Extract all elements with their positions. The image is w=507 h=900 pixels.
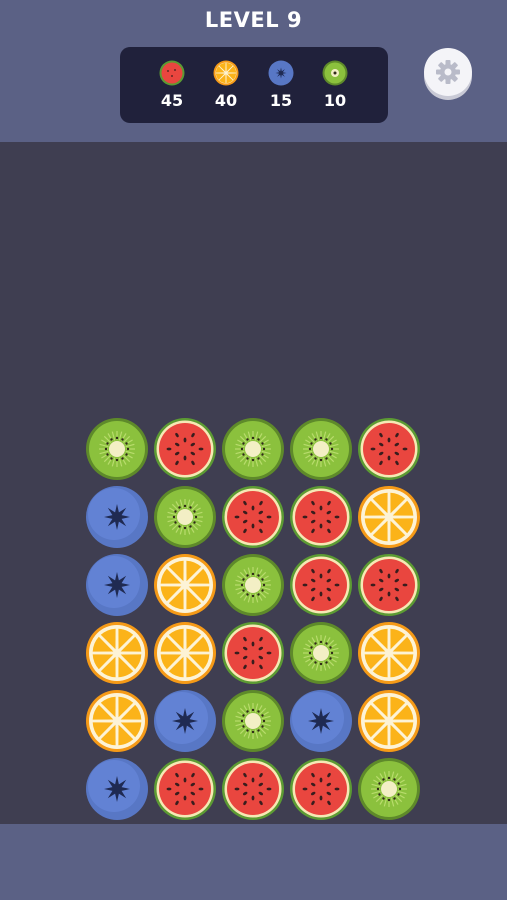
goal-count: 40 (214, 91, 238, 110)
goal-count: 10 (323, 91, 347, 110)
watermelon-tile[interactable] (220, 756, 286, 822)
watermelon-icon (159, 60, 185, 86)
blueberry-icon (86, 554, 148, 616)
top-bar: LEVEL 9 45 40 15 10 (0, 0, 507, 142)
watermelon-tile[interactable] (220, 484, 286, 550)
orange-tile[interactable] (152, 552, 218, 618)
blueberry-icon (154, 690, 216, 752)
kiwi-icon (358, 758, 420, 820)
watermelon-icon (154, 758, 216, 820)
kiwi-icon (222, 690, 284, 752)
kiwi-icon (322, 60, 348, 86)
orange-tile[interactable] (84, 688, 150, 754)
orange-icon (86, 622, 148, 684)
bottom-bar (0, 824, 507, 900)
orange-tile[interactable] (356, 688, 422, 754)
goal-watermelon: 45 (147, 47, 197, 123)
watermelon-tile[interactable] (288, 484, 354, 550)
kiwi-icon (86, 418, 148, 480)
watermelon-icon (358, 418, 420, 480)
watermelon-tile[interactable] (220, 620, 286, 686)
watermelon-icon (358, 554, 420, 616)
blueberry-icon (268, 60, 294, 86)
watermelon-tile[interactable] (152, 756, 218, 822)
kiwi-tile[interactable] (84, 416, 150, 482)
watermelon-icon (154, 418, 216, 480)
orange-icon (154, 622, 216, 684)
orange-icon (358, 486, 420, 548)
goals-panel: 45 40 15 10 (120, 47, 388, 123)
watermelon-icon (290, 554, 352, 616)
kiwi-tile[interactable] (288, 416, 354, 482)
kiwi-tile[interactable] (220, 688, 286, 754)
orange-icon (154, 554, 216, 616)
orange-tile[interactable] (84, 620, 150, 686)
watermelon-icon (222, 758, 284, 820)
orange-icon (86, 690, 148, 752)
goal-kiwi: 10 (310, 47, 360, 123)
watermelon-tile[interactable] (152, 416, 218, 482)
kiwi-icon (290, 622, 352, 684)
kiwi-icon (154, 486, 216, 548)
watermelon-icon (290, 486, 352, 548)
orange-tile[interactable] (356, 484, 422, 550)
blueberry-icon (290, 690, 352, 752)
blueberry-tile[interactable] (84, 552, 150, 618)
watermelon-tile[interactable] (356, 552, 422, 618)
kiwi-icon (290, 418, 352, 480)
blueberry-tile[interactable] (288, 688, 354, 754)
kiwi-tile[interactable] (220, 552, 286, 618)
gear-icon (436, 60, 460, 84)
orange-icon (358, 690, 420, 752)
kiwi-tile[interactable] (152, 484, 218, 550)
watermelon-tile[interactable] (288, 756, 354, 822)
watermelon-tile[interactable] (356, 416, 422, 482)
orange-icon (213, 60, 239, 86)
kiwi-tile[interactable] (220, 416, 286, 482)
goal-orange: 40 (201, 47, 251, 123)
kiwi-tile[interactable] (356, 756, 422, 822)
goal-count: 45 (160, 91, 184, 110)
orange-tile[interactable] (356, 620, 422, 686)
kiwi-icon (222, 418, 284, 480)
goal-blueberry: 15 (256, 47, 306, 123)
orange-tile[interactable] (152, 620, 218, 686)
watermelon-icon (290, 758, 352, 820)
orange-icon (358, 622, 420, 684)
watermelon-icon (222, 622, 284, 684)
level-title: LEVEL 9 (204, 8, 303, 32)
goal-count: 15 (269, 91, 293, 110)
watermelon-icon (222, 486, 284, 548)
blueberry-tile[interactable] (152, 688, 218, 754)
settings-button[interactable] (424, 48, 472, 96)
blueberry-icon (86, 758, 148, 820)
blueberry-tile[interactable] (84, 484, 150, 550)
game-board (0, 142, 507, 824)
blueberry-tile[interactable] (84, 756, 150, 822)
watermelon-tile[interactable] (288, 552, 354, 618)
blueberry-icon (86, 486, 148, 548)
kiwi-tile[interactable] (288, 620, 354, 686)
kiwi-icon (222, 554, 284, 616)
